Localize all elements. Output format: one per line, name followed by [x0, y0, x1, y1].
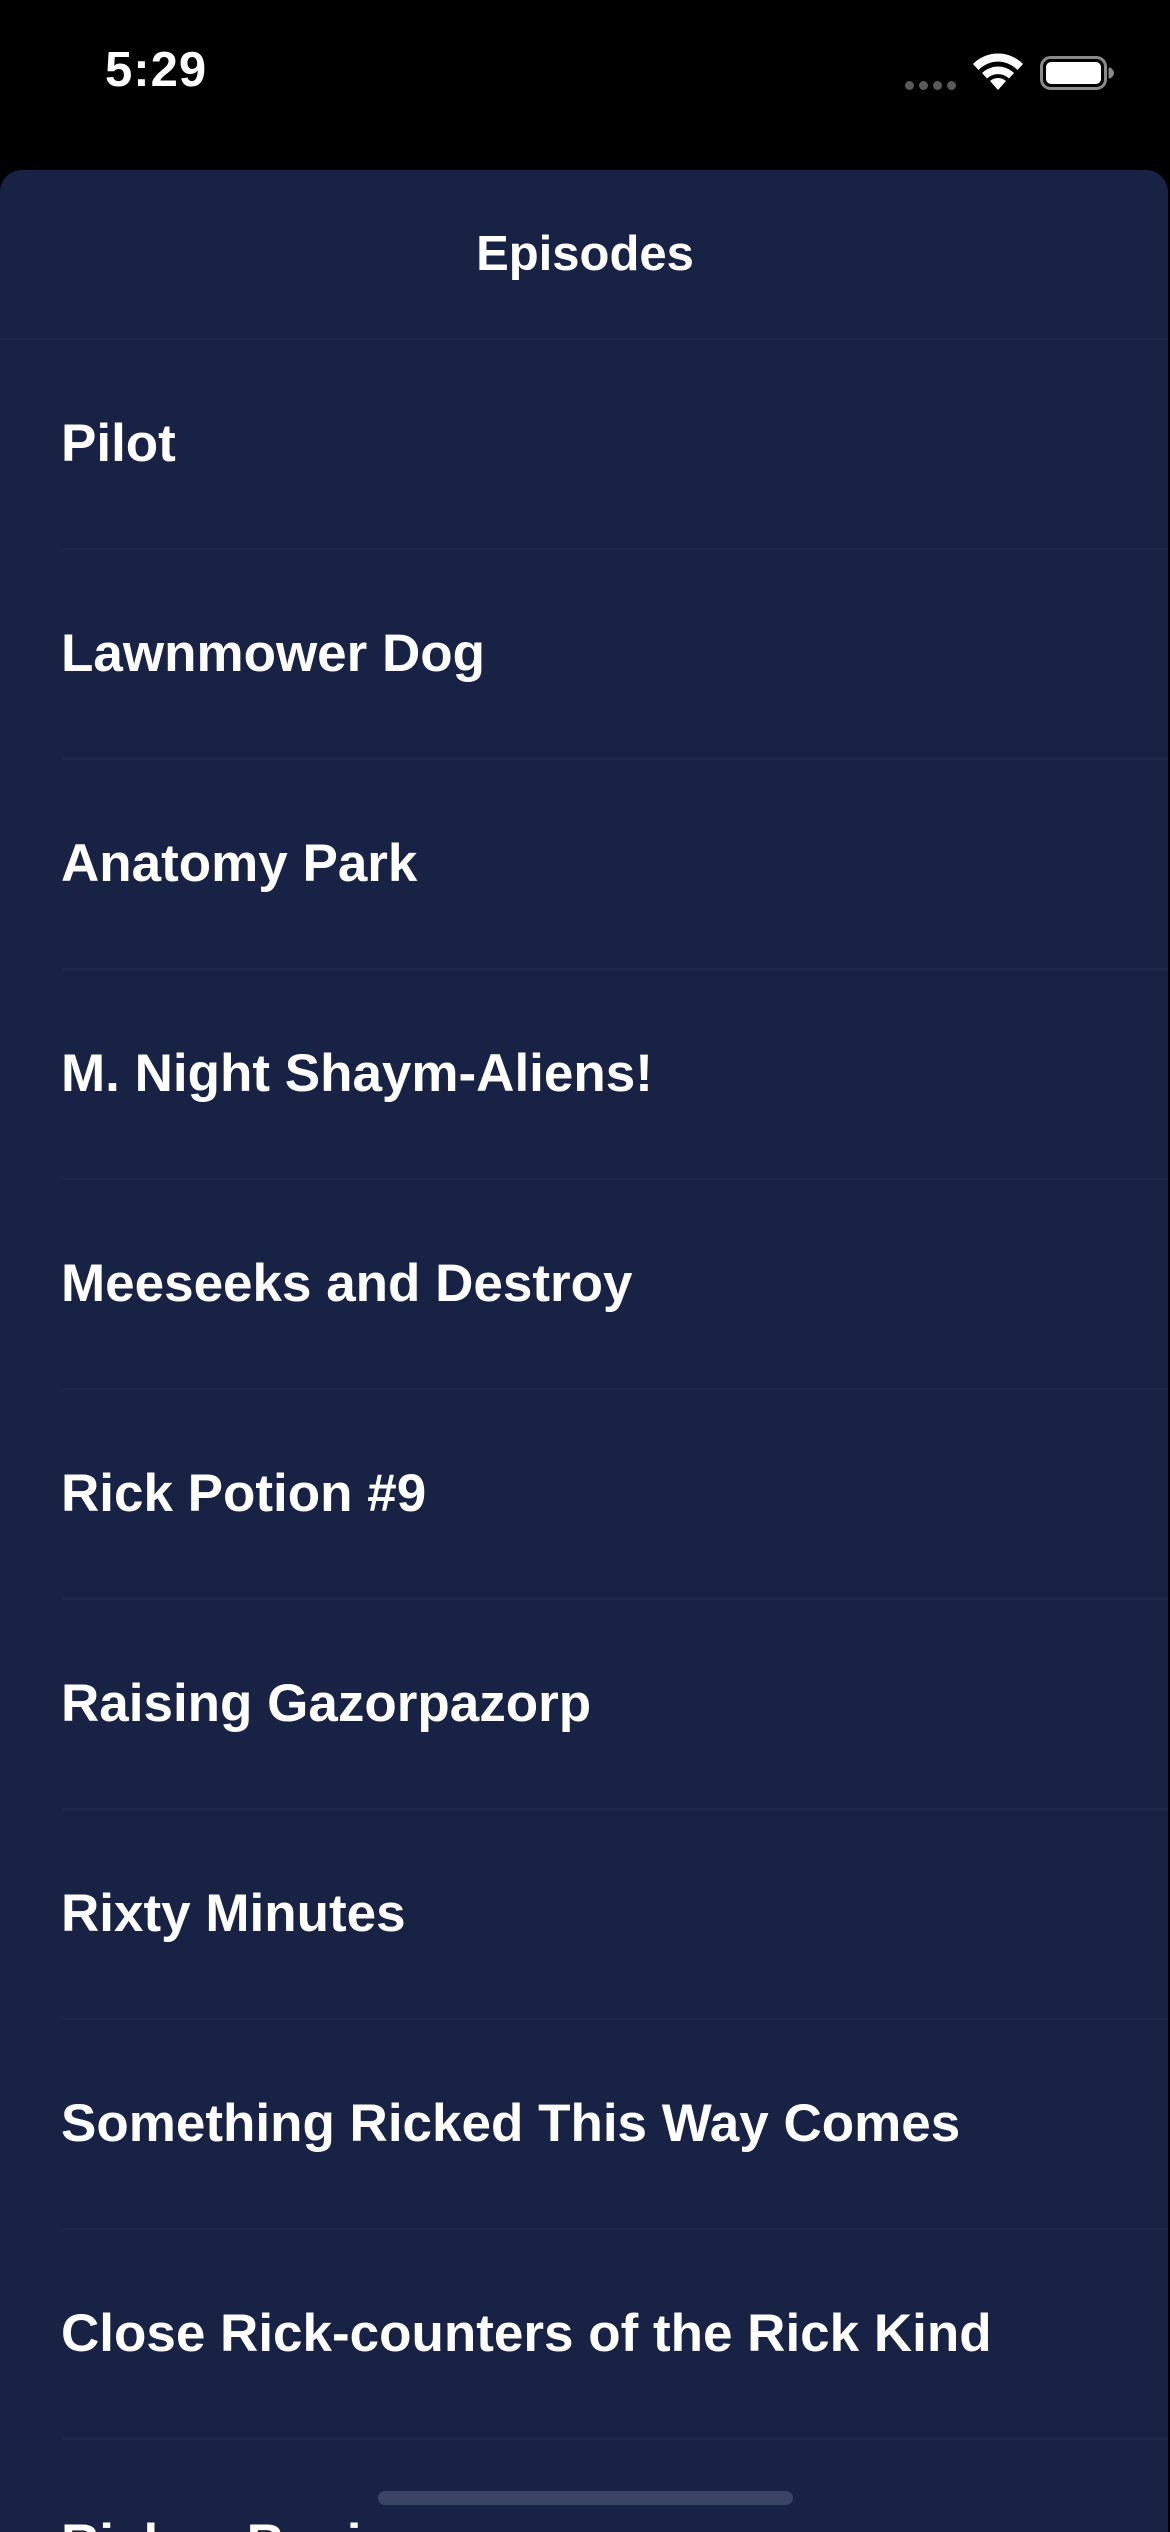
app-screen: 5:29 Episodes Pilot Lawnmower Dog Anatom…: [0, 0, 1170, 2532]
episode-list: Pilot Lawnmower Dog Anatomy Park M. Nigh…: [0, 340, 1168, 2532]
list-item[interactable]: Raising Gazorpazorp: [0, 1600, 1168, 1810]
wifi-icon: [973, 53, 1023, 90]
home-indicator[interactable]: [378, 2491, 793, 2505]
episode-title: Anatomy Park: [61, 834, 418, 893]
episode-title: Ricksy Business: [61, 2440, 482, 2532]
page-title: Episodes: [476, 227, 694, 281]
list-item[interactable]: Lawnmower Dog: [0, 550, 1168, 760]
signal-dots-icon: [905, 81, 956, 90]
list-item[interactable]: Meeseeks and Destroy: [0, 1180, 1168, 1390]
list-item[interactable]: Pilot: [0, 340, 1168, 550]
episode-title: Something Ricked This Way Comes: [61, 2094, 961, 2153]
list-item[interactable]: Something Ricked This Way Comes: [0, 2020, 1168, 2230]
list-item[interactable]: Rick Potion #9: [0, 1390, 1168, 1600]
episode-title: Raising Gazorpazorp: [61, 1674, 592, 1733]
episode-title: Close Rick-counters of the Rick Kind: [61, 2304, 992, 2363]
status-bar: 5:29: [0, 0, 1170, 160]
list-item[interactable]: Rixty Minutes: [0, 1810, 1168, 2020]
status-time: 5:29: [105, 43, 208, 97]
episode-title: Lawnmower Dog: [61, 624, 486, 683]
list-item[interactable]: Close Rick-counters of the Rick Kind: [0, 2230, 1168, 2440]
list-item[interactable]: Anatomy Park: [0, 760, 1168, 970]
list-item[interactable]: Ricksy Business: [0, 2440, 1168, 2532]
episode-title: Rick Potion #9: [61, 1464, 427, 1523]
episodes-sheet: Episodes Pilot Lawnmower Dog Anatomy Par…: [0, 170, 1168, 2532]
episode-title: M. Night Shaym-Aliens!: [61, 1044, 653, 1103]
episode-title: Meeseeks and Destroy: [61, 1254, 633, 1313]
battery-icon: [1040, 56, 1114, 90]
episode-title: Pilot: [61, 414, 176, 473]
episode-title: Rixty Minutes: [61, 1884, 406, 1943]
list-item[interactable]: M. Night Shaym-Aliens!: [0, 970, 1168, 1180]
